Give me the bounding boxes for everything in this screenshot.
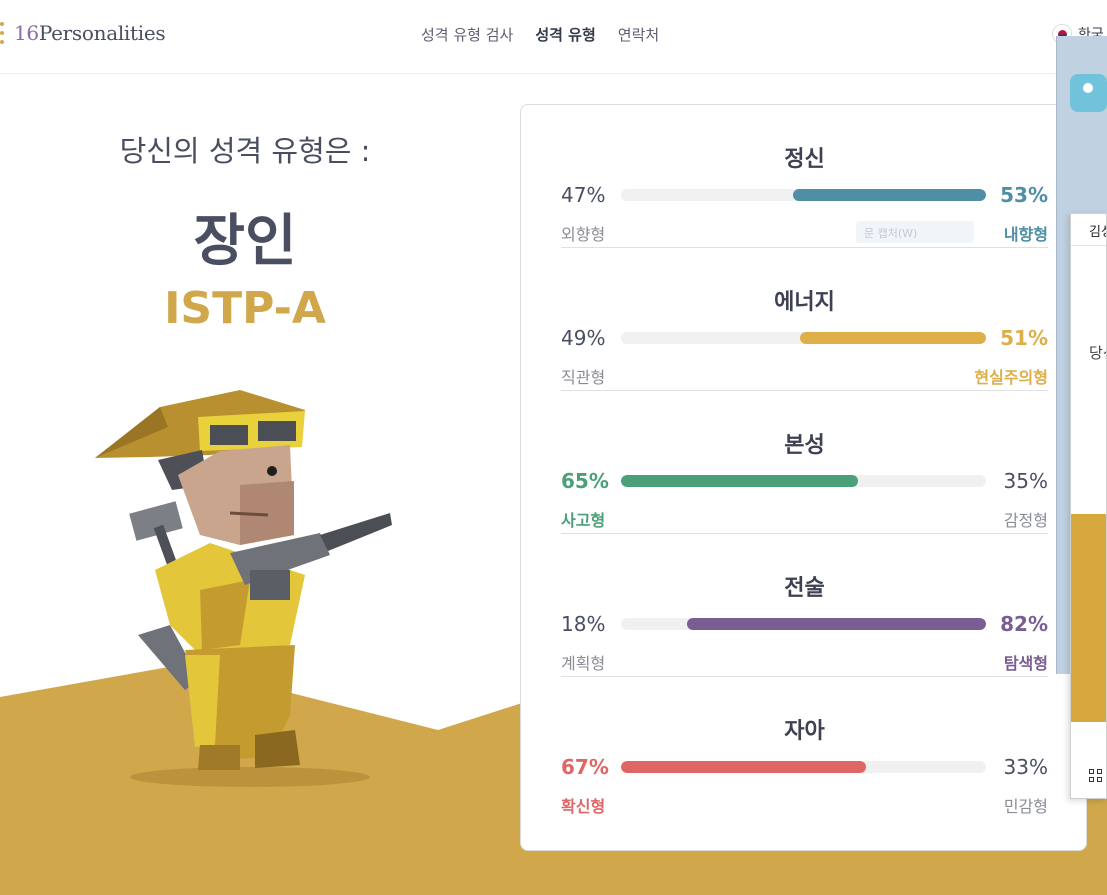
site-logo[interactable]: 16Personalities [0,20,166,46]
trait-title: 정신 [784,147,825,172]
trait-bar [621,475,986,487]
trait-bar-fill [799,332,986,344]
trait-right-percent: 82% [1000,612,1048,636]
nav-personality-types[interactable]: 성격 유형 [535,24,595,45]
trait-left-label: 외향형 [561,225,606,244]
site-header: 16Personalities 성격 유형 검사 성격 유형 연락처 한국 [0,0,1107,74]
trait-right-label: 감정형 [1003,511,1048,530]
trait-left-label: 사고형 [561,511,606,530]
trait-left-label: 직관형 [561,368,606,387]
trait-identity: 자아 67% 33% 확신형 민감형 [561,677,1048,820]
main-nav: 성격 유형 검사 성격 유형 연락처 [421,24,659,45]
trait-bar-fill [792,189,986,201]
nav-personality-test[interactable]: 성격 유형 검사 [421,24,513,45]
trait-bar-fill [686,618,986,630]
type-code: ISTP-A [164,283,326,334]
trait-tactics: 전술 18% 82% 계획형 탐색형 [561,534,1048,677]
logo-dots-icon [0,20,8,46]
trait-left-percent: 49% [561,326,606,350]
trait-right-label: 탐색형 [1003,654,1048,673]
trait-title: 에너지 [774,290,835,315]
trait-left-percent: 67% [561,755,609,779]
trait-left-percent: 65% [561,469,609,493]
trait-left-label: 계획형 [561,654,606,673]
nav-contact[interactable]: 연락처 [618,24,659,45]
trait-title: 자아 [784,719,825,744]
trait-bar-fill [621,475,859,487]
type-name: 장인 [193,209,297,274]
trait-right-percent: 35% [1003,469,1048,493]
trait-right-label: 내향형 [1003,225,1048,244]
trait-mind: 정신 47% 53% 외향형 내향형 [561,105,1048,248]
trait-bar [621,761,986,773]
trait-left-percent: 47% [561,183,606,207]
capture-tooltip: 문 캡처(W) [856,221,974,243]
trait-right-label: 민감형 [1003,797,1048,816]
craftsman-character-illustration [95,390,392,787]
grid-icon[interactable] [1089,769,1103,783]
popup-text: 당신 [1089,344,1106,362]
trait-bar [621,332,986,344]
trait-right-label: 현실주의형 [974,368,1048,387]
trait-title: 본성 [784,433,825,458]
trait-left-label: 확신형 [561,797,606,816]
logo-text: 16Personalities [14,21,166,45]
user-avatar-icon[interactable] [1070,74,1107,112]
trait-title: 전술 [784,576,825,601]
trait-nature: 본성 65% 35% 사고형 감정형 [561,391,1048,534]
trait-right-percent: 51% [1000,326,1048,350]
trait-bar [621,618,986,630]
side-popup-window: 김성 당신 [1070,213,1107,799]
trait-bar [621,189,986,201]
trait-left-percent: 18% [561,612,606,636]
trait-right-percent: 53% [1000,183,1048,207]
result-intro: 당신의 성격 유형은 : [119,134,371,168]
personality-result-card: 정신 47% 53% 외향형 내향형 에너지 49% 51% 직관형 현실주의형… [520,104,1087,851]
trait-right-percent: 33% [1003,755,1048,779]
trait-energy: 에너지 49% 51% 직관형 현실주의형 [561,248,1048,391]
popup-image [1071,514,1106,722]
trait-bar-fill [621,761,866,773]
popup-title: 김성 [1071,214,1106,246]
